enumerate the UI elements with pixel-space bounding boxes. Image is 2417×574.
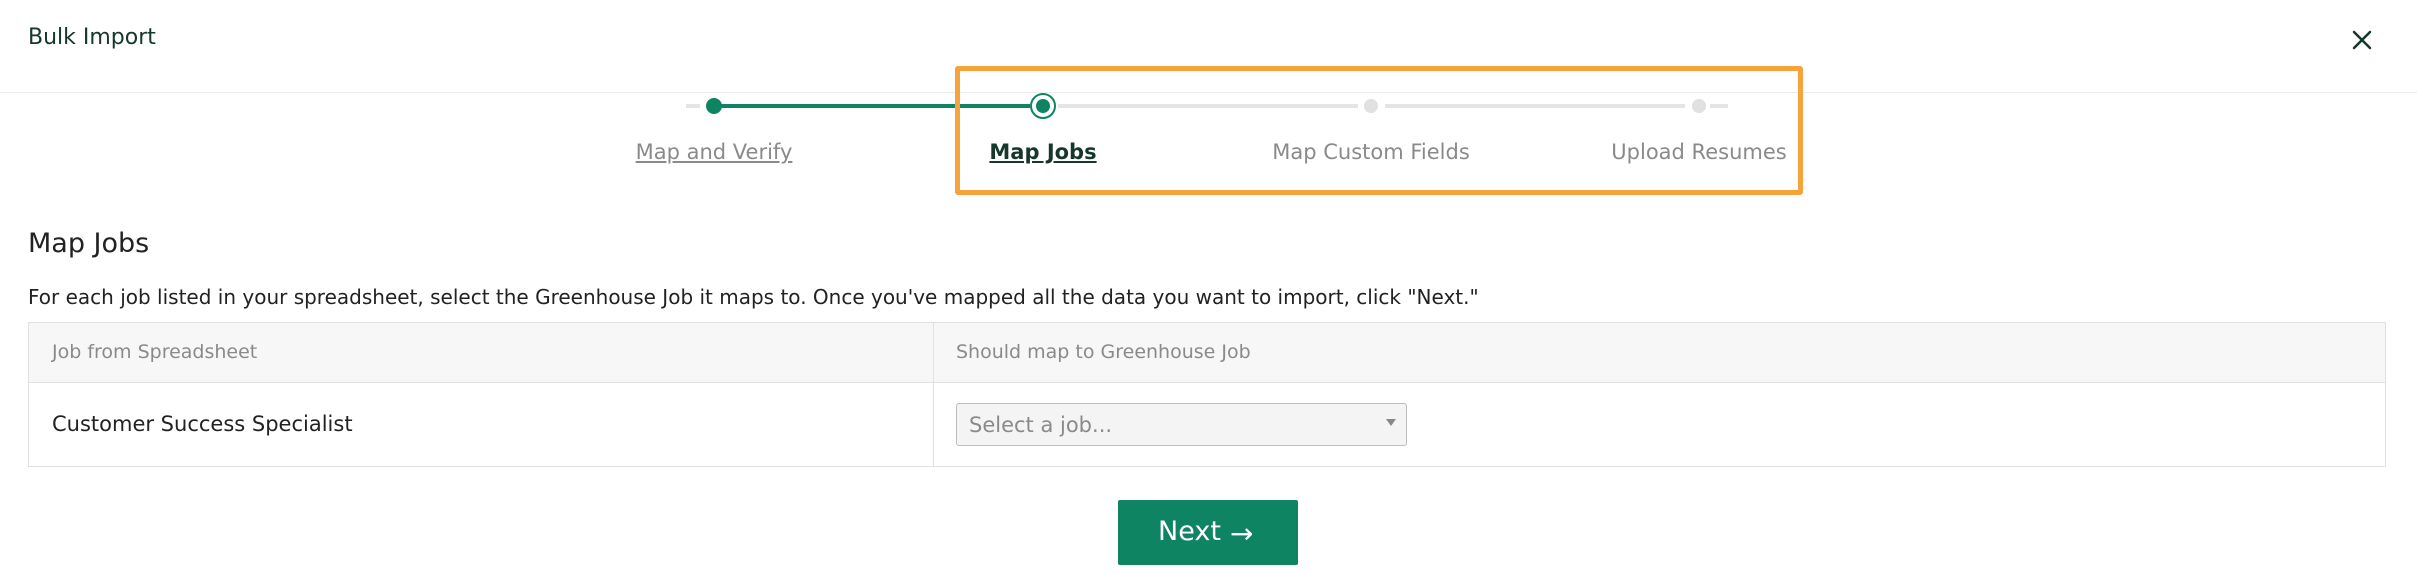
dropdown-arrow-icon <box>1386 419 1396 426</box>
step-dot-map-and-verify <box>706 98 722 114</box>
column-header-job-from-spreadsheet: Job from Spreadsheet <box>52 341 258 363</box>
highlight-box <box>955 66 1803 195</box>
next-button-label: Next <box>1158 516 1221 547</box>
step-label-map-and-verify[interactable]: Map and Verify <box>636 140 793 164</box>
step-line-lead <box>686 104 700 108</box>
spreadsheet-job-name: Customer Success Specialist <box>52 412 353 436</box>
select-placeholder: Select a job... <box>969 413 1113 437</box>
table-header-row: Job from Spreadsheet Should map to Green… <box>29 323 2385 383</box>
job-mapping-table: Job from Spreadsheet Should map to Green… <box>28 322 2386 467</box>
progress-stepper: Map and Verify Map Jobs Map Custom Field… <box>0 0 2417 200</box>
column-divider <box>933 323 934 466</box>
greenhouse-job-select[interactable]: Select a job... <box>956 403 1407 446</box>
arrow-right-icon: → <box>1230 517 1254 550</box>
section-title: Map Jobs <box>28 228 150 259</box>
next-button[interactable]: Next → <box>1118 500 1298 565</box>
column-header-greenhouse-job: Should map to Greenhouse Job <box>956 341 1251 363</box>
section-description: For each job listed in your spreadsheet,… <box>28 285 1479 309</box>
